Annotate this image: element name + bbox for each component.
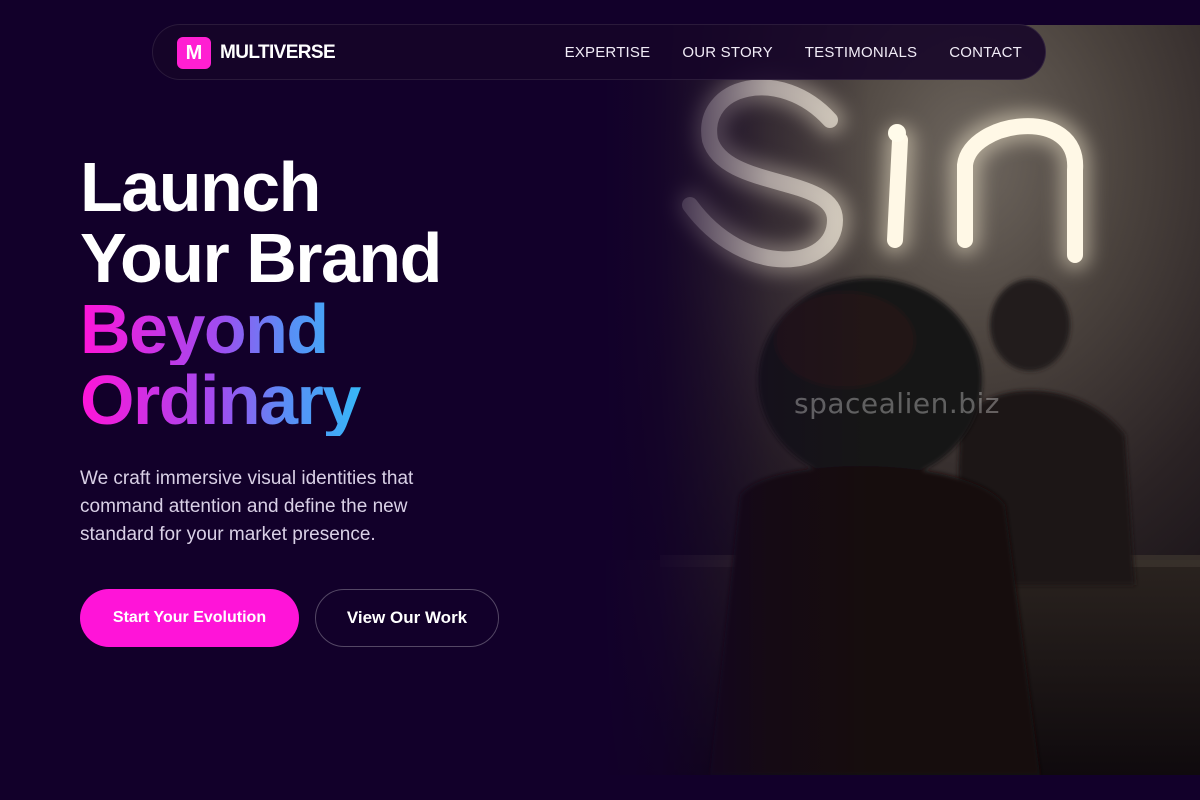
start-evolution-button[interactable]: Start Your Evolution	[80, 589, 299, 647]
nav-link-our-story[interactable]: OUR STORY	[682, 44, 772, 61]
watermark-text: spacealien.biz	[794, 387, 1000, 420]
hero-headline: Launch Your Brand Beyond Ordinary	[80, 148, 442, 436]
logo-mark-icon: M	[177, 37, 211, 69]
headline-line-1: Launch	[80, 148, 321, 226]
nav-links: EXPERTISE OUR STORY TESTIMONIALS CONTACT	[565, 25, 1022, 79]
headline-line-3-gradient: Beyond	[80, 294, 410, 365]
nav-link-contact[interactable]: CONTACT	[949, 44, 1022, 61]
brand-logo[interactable]: M MULTIVERSE	[177, 37, 336, 69]
landing-page: spacealien.biz M MULTIVERSE EXPERTISE OU…	[0, 0, 1200, 800]
nav-link-testimonials[interactable]: TESTIMONIALS	[805, 44, 917, 61]
top-navigation: M MULTIVERSE EXPERTISE OUR STORY TESTIMO…	[152, 24, 1046, 80]
headline-line-4-gradient: Ordinary	[80, 365, 410, 436]
hero-photo: spacealien.biz	[600, 25, 1200, 775]
headline-line-2: Your Brand	[80, 219, 442, 297]
brand-name: MULTIVERSE	[220, 42, 336, 63]
hero-subcopy: We craft immersive visual identities tha…	[80, 468, 414, 545]
nav-link-expertise[interactable]: EXPERTISE	[565, 44, 651, 61]
view-work-button[interactable]: View Our Work	[315, 589, 499, 647]
